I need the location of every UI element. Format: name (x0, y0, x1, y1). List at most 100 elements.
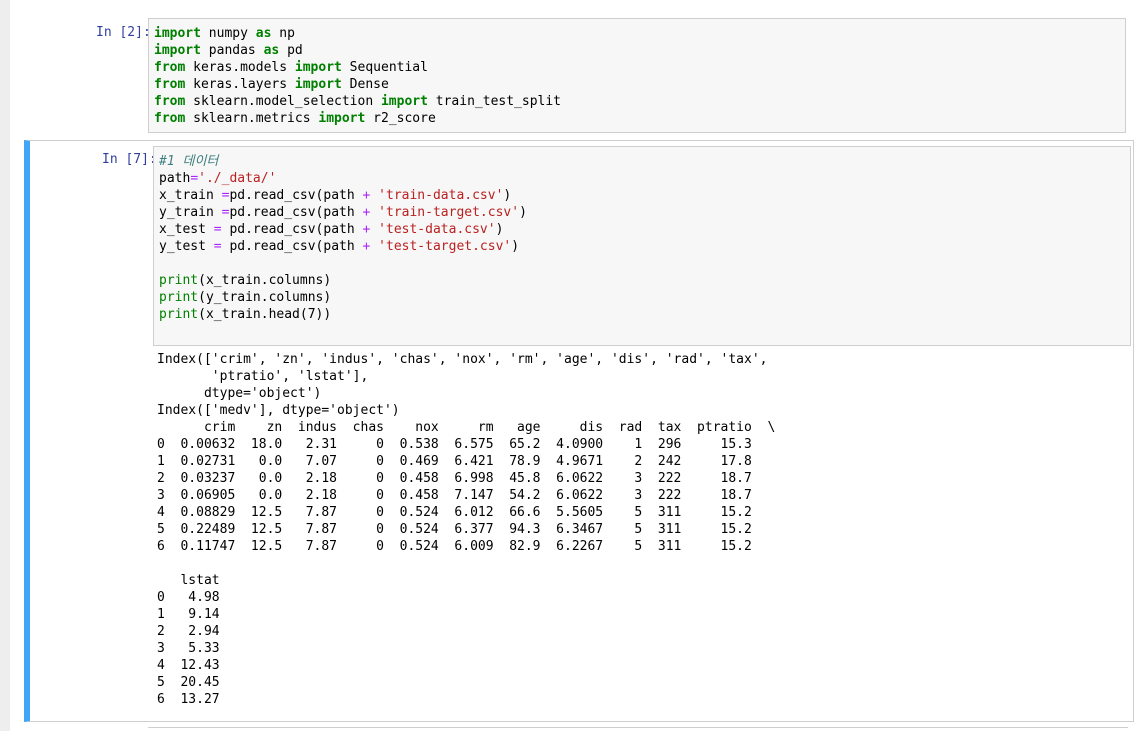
output-line: 0 0.00632 18.0 2.31 0 0.538 6.575 65.2 4… (157, 437, 752, 452)
code-token: ) (511, 239, 520, 254)
code-line: import pandas as pd (154, 42, 1120, 59)
output-line: crim zn indus chas nox rm age dis rad ta… (157, 420, 776, 435)
code-cell-1[interactable]: In [2]: import numpy as np import pandas … (30, 14, 1130, 136)
code-token: train_test_split (427, 94, 562, 109)
code-line: import numpy as np (154, 25, 1120, 42)
output-line: 2 0.03237 0.0 2.18 0 0.458 6.998 45.8 6.… (157, 471, 752, 486)
code-token: = (213, 222, 222, 237)
code-token: ) (503, 188, 512, 203)
code-token: import (294, 60, 342, 75)
code-token: numpy (200, 26, 256, 41)
code-cell-2-selected[interactable]: In [7]: #1 데이터 path='./_data/' x_train =pd… (24, 140, 1134, 722)
code-line: from keras.models import Sequential (154, 59, 1120, 76)
code-token: import (154, 26, 201, 41)
code-token: './_data/' (198, 171, 277, 186)
code-line: print(x_train.columns) (159, 272, 1125, 289)
code-token: x_test (159, 222, 214, 237)
output-line: 6 0.11747 12.5 7.87 0 0.524 6.009 82.9 6… (157, 539, 752, 554)
input-prompt: In [7]: (102, 152, 157, 167)
code-token: (x_train.head(7)) (198, 307, 332, 322)
code-token: from (154, 111, 186, 126)
code-token: keras.layers (185, 77, 295, 92)
code-token: import (380, 94, 428, 109)
code-token: 'test-target.csv' (378, 239, 512, 254)
code-token: np (271, 26, 295, 41)
output-line: lstat (157, 573, 220, 588)
code-token: x_train (159, 188, 222, 203)
code-token: from (154, 77, 186, 92)
code-token: import (318, 111, 366, 126)
output-line: 6 13.27 (157, 692, 220, 707)
code-token: ) (519, 205, 527, 220)
code-token: print (159, 273, 199, 288)
code-editor[interactable]: import numpy as np import pandas as pd fro… (148, 18, 1126, 133)
code-token: ) (495, 222, 504, 237)
code-line: from sklearn.metrics import r2_score (154, 110, 1120, 127)
code-token: as (255, 26, 272, 41)
output-line: 4 12.43 (157, 658, 220, 673)
output-line: 4 0.08829 12.5 7.87 0 0.524 6.012 66.6 5… (157, 505, 752, 520)
output-line: 1 9.14 (157, 607, 220, 622)
code-token: y_test (159, 239, 214, 254)
code-line: path='./_data/' (159, 170, 1125, 187)
output-line: 1 0.02731 0.0 7.07 0 0.469 6.421 78.9 4.… (157, 454, 752, 469)
output-line: 5 20.45 (157, 675, 220, 690)
output-line: 3 0.06905 0.0 2.18 0 0.458 7.147 54.2 6.… (157, 488, 752, 503)
code-token: (x_train.columns) (198, 273, 332, 288)
code-line: print(x_train.head(7)) (159, 306, 1125, 323)
code-token: print (159, 307, 199, 322)
code-token: import (154, 43, 201, 58)
code-line: x_train =pd.read_csv(path + 'train-data.… (159, 187, 1125, 204)
code-token: pd.read_csv(path (229, 205, 363, 220)
code-token: keras.models (185, 60, 295, 75)
code-token: Dense (341, 77, 389, 92)
code-token: #1 데이터 (159, 154, 219, 169)
output-line: 2 2.94 (157, 624, 220, 639)
code-token: pandas (200, 43, 264, 58)
code-token: (y_train.columns) (198, 290, 332, 305)
code-token: Sequential (341, 60, 428, 75)
output-line: Index(['medv'], dtype='object') (157, 403, 400, 418)
code-token: as (263, 43, 280, 58)
code-token: import (294, 77, 342, 92)
code-token: 'train-data.csv' (378, 188, 504, 203)
output-line: Index(['crim', 'zn', 'indus', 'chas', 'n… (157, 352, 768, 367)
code-line: print(y_train.columns) (159, 289, 1125, 306)
code-token: pd.read_csv(path (229, 188, 363, 203)
code-token: path (159, 171, 191, 186)
code-token: = (190, 171, 199, 186)
code-token: sklearn.metrics (185, 111, 319, 126)
code-token: sklearn.model_selection (185, 94, 381, 109)
code-line: y_train =pd.read_csv(path + 'train-targe… (159, 204, 1125, 221)
cell-output: Index(['crim', 'zn', 'indus', 'chas', 'n… (157, 351, 775, 708)
code-token: pd.read_csv(path (221, 222, 363, 237)
code-token: print (159, 290, 199, 305)
output-line: 0 4.98 (157, 590, 220, 605)
input-prompt: In [2]: (96, 25, 151, 40)
output-line: dtype='object') (157, 386, 322, 401)
output-line: 5 0.22489 12.5 7.87 0 0.524 6.377 94.3 6… (157, 522, 752, 537)
code-token: pd.read_csv(path (221, 239, 363, 254)
output-line: 'ptratio', 'lstat'], (157, 369, 369, 384)
code-line: #1 데이터 (159, 153, 1125, 170)
output-line: 3 5.33 (157, 641, 220, 656)
code-token: 'train-target.csv' (378, 205, 520, 220)
code-line: from keras.layers import Dense (154, 76, 1120, 93)
code-token: = (213, 239, 222, 254)
code-token: 'test-data.csv' (378, 222, 496, 237)
code-token: r2_score (365, 111, 436, 126)
code-line: y_test = pd.read_csv(path + 'test-target… (159, 238, 1125, 255)
code-token: from (154, 60, 186, 75)
code-line: from sklearn.model_selection import trai… (154, 93, 1120, 110)
code-editor[interactable]: #1 데이터 path='./_data/' x_train =pd.read_cs… (153, 146, 1131, 346)
code-token: from (154, 94, 186, 109)
code-token: y_train (159, 205, 222, 220)
code-token: pd (279, 43, 303, 58)
code-line: x_test = pd.read_csv(path + 'test-data.c… (159, 221, 1125, 238)
